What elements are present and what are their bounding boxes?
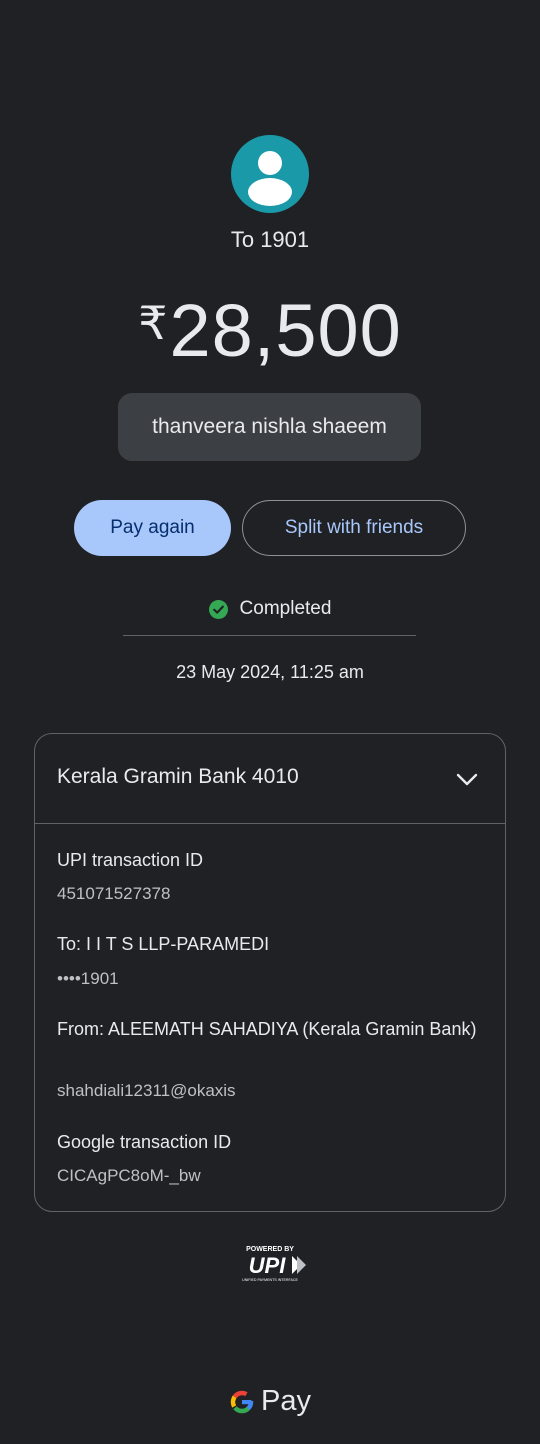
- chevron-down-icon[interactable]: [455, 768, 479, 792]
- to-account-value: ••••1901: [57, 969, 119, 988]
- split-with-friends-button[interactable]: Split with friends: [242, 500, 466, 556]
- check-circle-icon: [208, 599, 228, 619]
- transaction-details-screen: To 1901 ₹28,500 thanveera nishla shaeem …: [0, 0, 540, 1444]
- person-icon: [231, 135, 309, 213]
- upi-transaction-id-label: UPI transaction ID: [57, 850, 204, 870]
- upi-logo: POWERED BY UPI UNIFIED PAYMENTS INTERFAC…: [242, 1246, 306, 1282]
- bank-account-expander[interactable]: Kerala Gramin Bank 4010: [35, 734, 505, 823]
- from-account-value: shahdiali12311@okaxis: [57, 1081, 236, 1100]
- card-divider: [35, 823, 505, 824]
- to-account-label: To: I I T S LLP-PARAMEDI: [57, 934, 270, 954]
- google-pay-logo: Pay: [0, 1385, 540, 1418]
- pay-again-button[interactable]: Pay again: [74, 500, 231, 556]
- google-transaction-id-label: Google transaction ID: [57, 1132, 232, 1152]
- svg-text:UPI: UPI: [249, 1253, 287, 1278]
- payment-note: thanveera nishla shaeem: [118, 393, 421, 461]
- recipient-label: To 1901: [230, 227, 310, 252]
- svg-text:UNIFIED PAYMENTS INTERFACE: UNIFIED PAYMENTS INTERFACE: [242, 1278, 298, 1282]
- transaction-datetime: 23 May 2024, 11:25 am: [176, 662, 364, 682]
- google-g-icon: [230, 1390, 254, 1413]
- google-transaction-id-value: CICAgPC8oM-_bw: [57, 1166, 201, 1185]
- from-account-label: From: ALEEMATH SAHADIYA (Kerala Gramin B…: [57, 1019, 477, 1039]
- currency-symbol: ₹: [138, 297, 168, 349]
- status-row: Completed: [0, 598, 540, 620]
- amount-value: 28,500: [169, 289, 402, 372]
- amount: ₹28,500: [0, 288, 540, 373]
- upi-transaction-id-value: 451071527378: [57, 884, 171, 903]
- status-text: Completed: [239, 598, 332, 619]
- svg-text:POWERED BY: POWERED BY: [246, 1246, 294, 1253]
- pay-wordmark: Pay: [261, 1385, 311, 1417]
- bank-account-name: Kerala Gramin Bank 4010: [57, 765, 299, 788]
- transaction-details-card: Kerala Gramin Bank 4010 UPI transaction …: [34, 733, 506, 1212]
- status-divider: [123, 635, 416, 636]
